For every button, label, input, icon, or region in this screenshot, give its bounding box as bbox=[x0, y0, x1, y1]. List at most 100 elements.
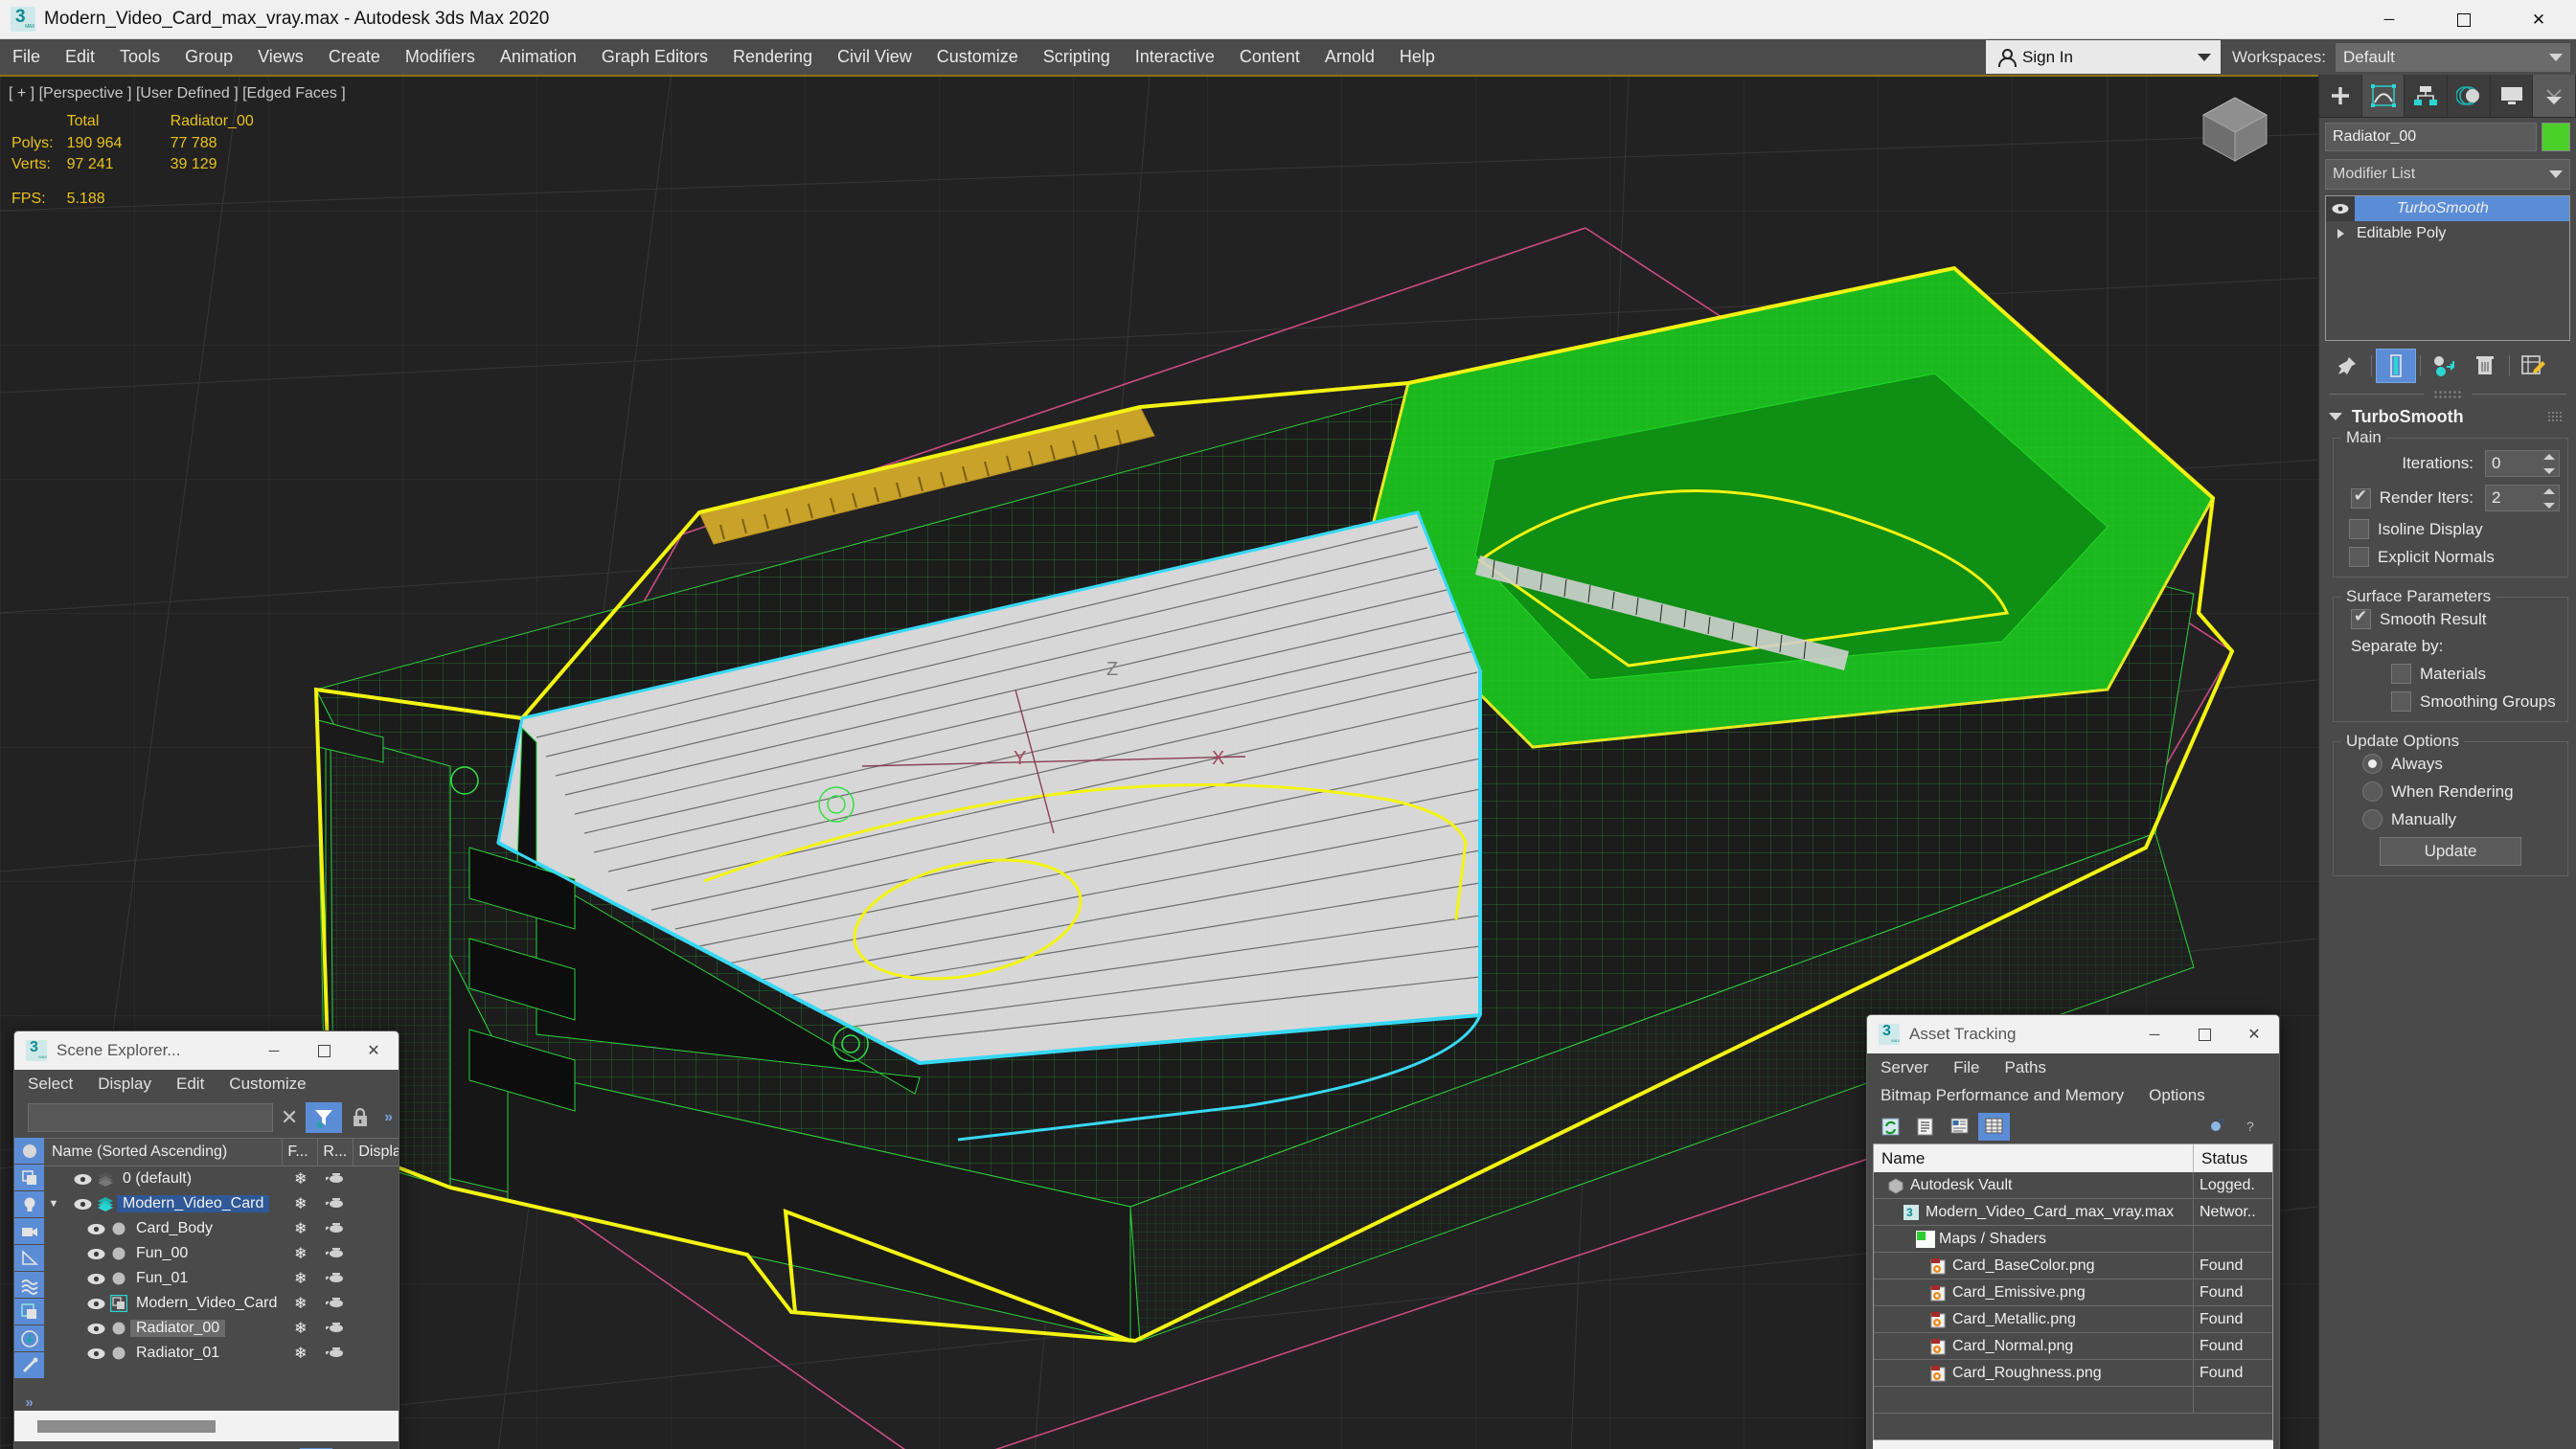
filter-groups-icon[interactable] bbox=[14, 1299, 44, 1324]
at-menu-bitmap-performance[interactable]: Bitmap Performance and Memory bbox=[1881, 1086, 2124, 1105]
freeze-icon[interactable]: ❄ bbox=[283, 1194, 318, 1213]
hierarchy-tab[interactable] bbox=[2405, 75, 2449, 117]
table-row[interactable]: Card_Emissive.png Found bbox=[1874, 1279, 2272, 1306]
table-row[interactable]: Fun_00 ❄ bbox=[44, 1241, 399, 1266]
freeze-icon[interactable]: ❄ bbox=[283, 1319, 318, 1338]
freeze-icon[interactable]: ❄ bbox=[283, 1169, 318, 1189]
column-name[interactable]: Name (Sorted Ascending) bbox=[44, 1138, 284, 1166]
update-manually-radio[interactable] bbox=[2362, 809, 2382, 829]
utilities-tab[interactable] bbox=[2533, 75, 2576, 117]
menu-animation[interactable]: Animation bbox=[488, 39, 589, 75]
lock-icon[interactable] bbox=[342, 1102, 378, 1133]
table-row[interactable]: Card_Body ❄ bbox=[44, 1216, 399, 1241]
scene-explorer-horizontal-scrollbar[interactable] bbox=[14, 1411, 399, 1441]
visibility-eye-icon[interactable] bbox=[84, 1323, 107, 1335]
scene-explorer-minimize-button[interactable]: ─ bbox=[249, 1031, 299, 1070]
object-name-field[interactable]: Radiator_00 bbox=[2325, 123, 2537, 151]
column-status[interactable]: Status bbox=[2194, 1144, 2272, 1172]
modifier-stack-item-turbosmooth[interactable]: TurboSmooth bbox=[2326, 196, 2569, 221]
update-button[interactable]: Update bbox=[2380, 837, 2521, 866]
column-display[interactable]: Display bbox=[353, 1138, 399, 1166]
menu-help[interactable]: Help bbox=[1387, 39, 1448, 75]
at-menu-options[interactable]: Options bbox=[2149, 1086, 2205, 1105]
update-always-radio[interactable] bbox=[2362, 754, 2382, 774]
pin-stack-icon[interactable] bbox=[2327, 349, 2367, 383]
table-row[interactable]: ▼ Modern_Video_Card ❄ bbox=[44, 1191, 399, 1216]
table-row[interactable]: Autodesk Vault Logged. bbox=[1874, 1172, 2272, 1199]
table-row[interactable]: Card_BaseColor.png Found bbox=[1874, 1253, 2272, 1279]
modify-tab[interactable] bbox=[2361, 75, 2405, 117]
modifier-stack[interactable]: TurboSmooth Editable Poly bbox=[2325, 195, 2570, 341]
add-help-icon[interactable]: ? bbox=[2202, 1113, 2234, 1141]
menu-create[interactable]: Create bbox=[316, 39, 393, 75]
explicit-normals-checkbox[interactable] bbox=[2349, 547, 2369, 567]
configure-modifier-sets-icon[interactable] bbox=[2514, 349, 2554, 383]
modifier-stack-item-editable-poly[interactable]: Editable Poly bbox=[2326, 221, 2569, 246]
modifier-list-dropdown[interactable]: Modifier List bbox=[2325, 159, 2570, 190]
table-row[interactable]: Maps / Shaders bbox=[1874, 1226, 2272, 1253]
se-menu-select[interactable]: Select bbox=[28, 1075, 73, 1094]
maximize-button[interactable] bbox=[2427, 0, 2501, 39]
modifier-visibility-eye-icon[interactable] bbox=[2326, 196, 2355, 221]
smooth-result-checkbox[interactable] bbox=[2351, 607, 2371, 629]
scene-explorer-list[interactable]: Name (Sorted Ascending) F... R... Displa… bbox=[44, 1138, 399, 1411]
table-row[interactable]: 0 (default) ❄ bbox=[44, 1166, 399, 1191]
asset-tracking-horizontal-scrollbar[interactable] bbox=[1873, 1440, 2273, 1449]
search-input[interactable] bbox=[28, 1103, 274, 1132]
freeze-icon[interactable]: ❄ bbox=[283, 1269, 318, 1288]
menu-tools[interactable]: Tools bbox=[107, 39, 172, 75]
table-row[interactable]: Card_Normal.png Found bbox=[1874, 1333, 2272, 1360]
visibility-eye-icon[interactable] bbox=[71, 1198, 94, 1211]
column-name[interactable]: Name bbox=[1874, 1144, 2194, 1172]
scene-explorer-window[interactable]: Scene Explorer... ─ ✕ Select Display Edi… bbox=[13, 1030, 399, 1449]
render-teapot-icon[interactable] bbox=[318, 1320, 353, 1338]
table-row[interactable]: Fun_01 ❄ bbox=[44, 1266, 399, 1291]
freeze-icon[interactable]: ❄ bbox=[283, 1219, 318, 1238]
freeze-icon[interactable]: ❄ bbox=[283, 1344, 318, 1363]
filter-cameras-icon[interactable] bbox=[14, 1218, 44, 1244]
render-teapot-icon[interactable] bbox=[318, 1220, 353, 1238]
table-row[interactable]: Radiator_01 ❄ bbox=[44, 1341, 399, 1366]
menu-civil-view[interactable]: Civil View bbox=[825, 39, 924, 75]
asset-tracking-table[interactable]: Name Status Autodesk Vault Logged. 3 Mod… bbox=[1873, 1143, 2273, 1440]
close-button[interactable]: ✕ bbox=[2501, 0, 2576, 39]
view-cube[interactable] bbox=[2198, 92, 2272, 167]
column-render[interactable]: R... bbox=[318, 1138, 354, 1166]
filter-icon[interactable] bbox=[306, 1102, 343, 1133]
menu-interactive[interactable]: Interactive bbox=[1123, 39, 1227, 75]
rollout-header[interactable]: TurboSmooth bbox=[2325, 403, 2572, 430]
render-teapot-icon[interactable] bbox=[318, 1270, 353, 1288]
menu-views[interactable]: Views bbox=[245, 39, 316, 75]
scene-explorer-maximize-button[interactable] bbox=[299, 1031, 349, 1070]
motion-tab[interactable] bbox=[2448, 75, 2491, 117]
remove-modifier-icon[interactable] bbox=[2465, 349, 2505, 383]
list-view-icon[interactable] bbox=[1909, 1113, 1941, 1141]
separate-smoothing-groups-checkbox[interactable] bbox=[2391, 691, 2411, 712]
menu-edit[interactable]: Edit bbox=[53, 39, 107, 75]
separate-materials-checkbox[interactable] bbox=[2391, 664, 2411, 684]
render-iters-spinner[interactable]: 2 bbox=[2485, 485, 2560, 511]
menu-rendering[interactable]: Rendering bbox=[720, 39, 825, 75]
menu-graph-editors[interactable]: Graph Editors bbox=[589, 39, 720, 75]
make-unique-icon[interactable] bbox=[2425, 349, 2465, 383]
visibility-eye-icon[interactable] bbox=[84, 1273, 107, 1285]
render-teapot-icon[interactable] bbox=[318, 1170, 353, 1189]
se-menu-customize[interactable]: Customize bbox=[229, 1075, 306, 1094]
table-row[interactable]: Radiator_00 ❄ bbox=[44, 1316, 399, 1341]
menu-file[interactable]: File bbox=[0, 39, 53, 75]
details-view-icon[interactable] bbox=[1944, 1113, 1975, 1141]
table-row[interactable]: 3 Modern_Video_Card_max_vray.max Networ.… bbox=[1874, 1199, 2272, 1226]
isoline-display-checkbox[interactable] bbox=[2349, 519, 2369, 539]
table-row[interactable]: Card_Metallic.png Found bbox=[1874, 1306, 2272, 1333]
asset-tracking-window[interactable]: Asset Tracking ─ ✕ Server File Paths Bit… bbox=[1866, 1014, 2280, 1449]
filter-geometry-icon[interactable] bbox=[14, 1138, 44, 1164]
table-row[interactable]: Modern_Video_Card ❄ bbox=[44, 1291, 399, 1316]
render-iters-checkbox[interactable] bbox=[2350, 487, 2371, 509]
filter-lights-icon[interactable] bbox=[14, 1191, 44, 1217]
expand-arrow-icon[interactable] bbox=[2326, 221, 2355, 246]
object-color-swatch[interactable] bbox=[2542, 123, 2570, 151]
scene-explorer-close-button[interactable]: ✕ bbox=[349, 1031, 399, 1070]
table-row[interactable]: Card_Roughness.png Found bbox=[1874, 1360, 2272, 1387]
menu-scripting[interactable]: Scripting bbox=[1031, 39, 1123, 75]
update-when-rendering-radio[interactable] bbox=[2362, 781, 2382, 802]
